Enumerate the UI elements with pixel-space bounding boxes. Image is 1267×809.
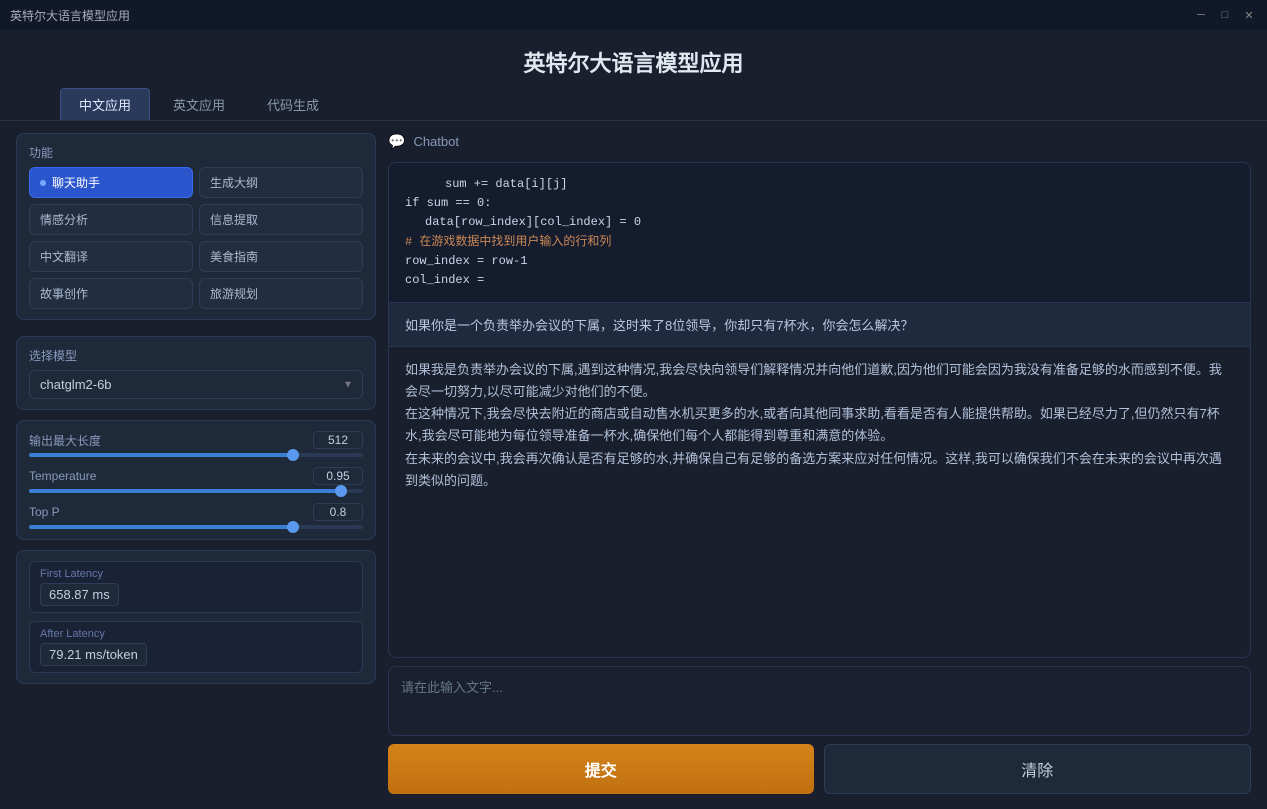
question-text: 如果你是一个负责举办会议的下属，这时来了8位领导，你却只有7杯水，你会怎么解决？ [405, 318, 913, 333]
func-translate-label: 中文翻译 [40, 248, 88, 265]
model-section: 选择模型 chatglm2-6b chatglm-6b baichuan-7b [16, 336, 376, 410]
max-length-row: 输出最大长度 512 [29, 431, 363, 457]
chatbot-header: 💬 Chatbot [388, 133, 1251, 154]
func-extract[interactable]: 信息提取 [199, 204, 363, 235]
tab-english-app[interactable]: 英文应用 [154, 88, 244, 120]
chat-window: sum += data[i][j] if sum == 0: data[row_… [388, 162, 1251, 658]
code-line-5: row_index = row-1 [405, 252, 1234, 271]
chatbot-icon: 💬 [388, 133, 405, 150]
first-latency-label: First Latency [40, 568, 352, 580]
content-area: 功能 聊天助手 生成大纲 情感分析 信息提取 中文翻译 [0, 121, 1267, 806]
right-panel: 💬 Chatbot sum += data[i][j] if sum == 0:… [388, 133, 1251, 794]
model-select-wrapper: chatglm2-6b chatglm-6b baichuan-7b [29, 370, 363, 399]
submit-button[interactable]: 提交 [388, 744, 814, 794]
tab-code-gen[interactable]: 代码生成 [248, 88, 338, 120]
main-title: 英特尔大语言模型应用 [0, 30, 1267, 88]
left-panel: 功能 聊天助手 生成大纲 情感分析 信息提取 中文翻译 [16, 133, 376, 794]
tab-chinese-app[interactable]: 中文应用 [60, 88, 150, 120]
temperature-row: Temperature 0.95 [29, 467, 363, 493]
code-line-3: data[row_index][col_index] = 0 [405, 213, 1234, 232]
first-latency-value: 658.87 ms [40, 583, 119, 606]
input-placeholder: 请在此输入文字... [401, 680, 503, 695]
temperature-value: 0.95 [313, 467, 363, 485]
func-story-label: 故事创作 [40, 285, 88, 302]
func-travel[interactable]: 旅游规划 [199, 278, 363, 309]
after-latency-box: After Latency 79.21 ms/token [29, 621, 363, 673]
top-p-label: Top P [29, 505, 60, 519]
answer-block: 如果我是负责举办会议的下属,遇到这种情况,我会尽快向领导们解释情况并向他们道歉,… [389, 347, 1250, 504]
max-length-value: 512 [313, 431, 363, 449]
func-story[interactable]: 故事创作 [29, 278, 193, 309]
func-outline[interactable]: 生成大纲 [199, 167, 363, 198]
maximize-button[interactable]: □ [1217, 7, 1233, 23]
functions-grid: 聊天助手 生成大纲 情感分析 信息提取 中文翻译 美食指南 故事 [29, 167, 363, 309]
max-length-label: 输出最大长度 [29, 432, 101, 449]
max-length-slider[interactable] [29, 453, 363, 457]
answer-text: 如果我是负责举办会议的下属,遇到这种情况,我会尽快向领导们解释情况并向他们道歉,… [405, 362, 1222, 487]
func-chat-label: 聊天助手 [52, 174, 100, 191]
func-extract-label: 信息提取 [210, 211, 258, 228]
chat-input[interactable]: 请在此输入文字... [388, 666, 1251, 736]
model-label: 选择模型 [29, 347, 363, 364]
minimize-button[interactable]: ─ [1193, 7, 1209, 23]
func-outline-label: 生成大纲 [210, 174, 258, 191]
after-latency-label: After Latency [40, 628, 352, 640]
code-line-6: col_index = [405, 271, 1234, 290]
top-p-value: 0.8 [313, 503, 363, 521]
func-sentiment[interactable]: 情感分析 [29, 204, 193, 235]
close-button[interactable]: ✕ [1241, 7, 1257, 23]
func-translate[interactable]: 中文翻译 [29, 241, 193, 272]
top-p-row: Top P 0.8 [29, 503, 363, 529]
first-latency-box: First Latency 658.87 ms [29, 561, 363, 613]
question-block: 如果你是一个负责举办会议的下属，这时来了8位领导，你却只有7杯水，你会怎么解决？ [389, 303, 1250, 347]
code-block: sum += data[i][j] if sum == 0: data[row_… [389, 163, 1250, 303]
titlebar: 英特尔大语言模型应用 ─ □ ✕ [0, 0, 1267, 30]
after-latency-value: 79.21 ms/token [40, 643, 147, 666]
temperature-label: Temperature [29, 469, 96, 483]
functions-section: 功能 聊天助手 生成大纲 情感分析 信息提取 中文翻译 [16, 133, 376, 320]
func-sentiment-label: 情感分析 [40, 211, 88, 228]
sliders-section: 输出最大长度 512 Temperature 0.95 Top P 0.8 [16, 420, 376, 540]
chatbot-label: Chatbot [413, 134, 459, 149]
code-line-2: if sum == 0: [405, 194, 1234, 213]
chat-messages[interactable]: sum += data[i][j] if sum == 0: data[row_… [389, 163, 1250, 657]
clear-button[interactable]: 清除 [824, 744, 1252, 794]
model-select[interactable]: chatglm2-6b chatglm-6b baichuan-7b [29, 370, 363, 399]
code-line-4: # 在游戏数据中找到用户输入的行和列 [405, 233, 1234, 252]
code-line-1: sum += data[i][j] [405, 175, 1234, 194]
latency-section: First Latency 658.87 ms After Latency 79… [16, 550, 376, 684]
tabs-bar: 中文应用 英文应用 代码生成 [0, 88, 1267, 121]
func-chat-assistant[interactable]: 聊天助手 [29, 167, 193, 198]
func-travel-label: 旅游规划 [210, 285, 258, 302]
functions-label: 功能 [29, 144, 363, 161]
bottom-buttons: 提交 清除 [388, 744, 1251, 794]
window-controls: ─ □ ✕ [1193, 7, 1257, 23]
func-food-label: 美食指南 [210, 248, 258, 265]
top-p-slider[interactable] [29, 525, 363, 529]
active-dot [40, 180, 46, 186]
temperature-slider[interactable] [29, 489, 363, 493]
func-food[interactable]: 美食指南 [199, 241, 363, 272]
window-title: 英特尔大语言模型应用 [10, 7, 130, 24]
